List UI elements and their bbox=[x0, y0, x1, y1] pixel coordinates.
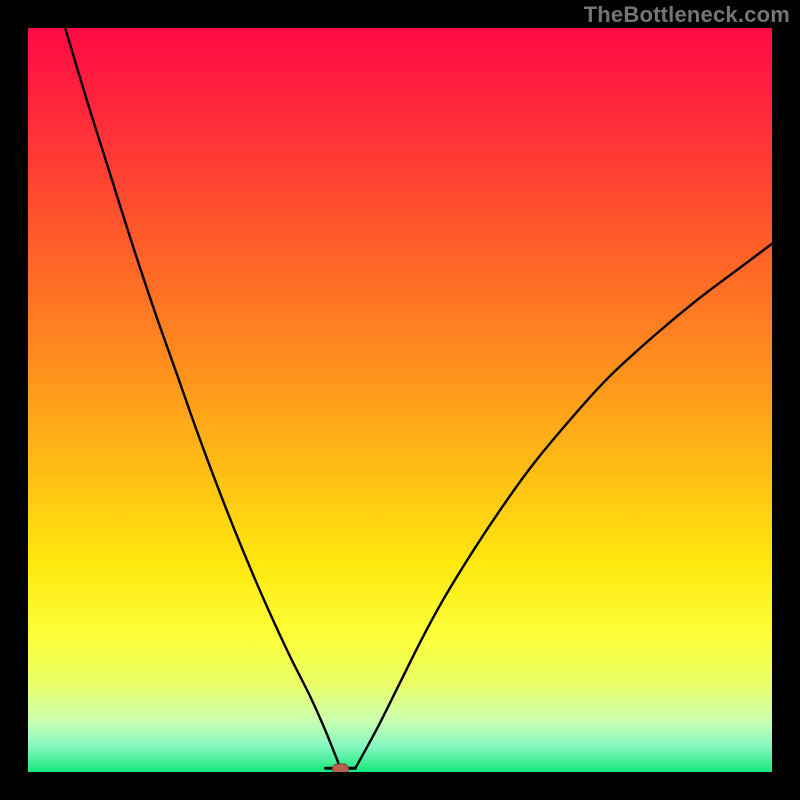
gradient-background bbox=[28, 28, 772, 772]
bottleneck-chart bbox=[28, 28, 772, 772]
plot-area bbox=[28, 28, 772, 772]
optimum-marker bbox=[332, 764, 348, 772]
chart-frame: TheBottleneck.com bbox=[0, 0, 800, 800]
watermark-label: TheBottleneck.com bbox=[584, 2, 790, 28]
